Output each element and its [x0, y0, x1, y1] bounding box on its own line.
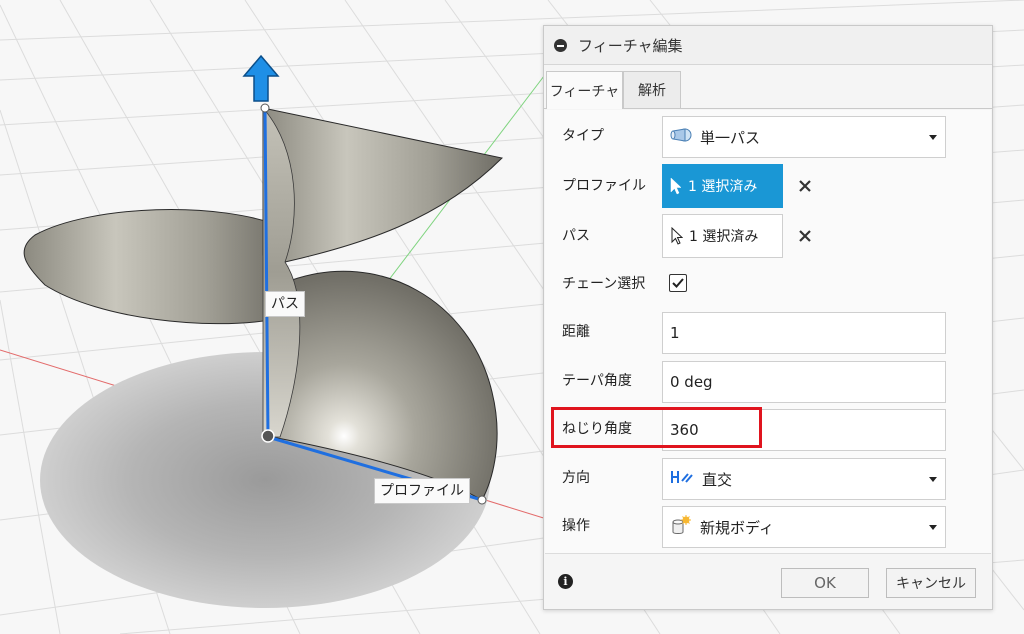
profile-clear-icon[interactable] — [794, 164, 816, 208]
path-clear-icon[interactable] — [794, 214, 816, 258]
dialog-footer: i OK キャンセル — [544, 554, 992, 610]
checkmark-icon — [672, 278, 684, 288]
operation-value: 新規ボディ — [700, 518, 774, 537]
cursor-icon — [670, 177, 682, 195]
direction-arrow-icon[interactable] — [242, 54, 280, 102]
left-blade — [23, 209, 286, 325]
chevron-down-icon — [929, 134, 937, 140]
orientation-dropdown[interactable]: 直交 — [662, 458, 946, 500]
chain-checkbox[interactable] — [669, 274, 687, 292]
path-row: パス 1 選択済み — [545, 214, 991, 258]
sweep-type-icon — [670, 128, 692, 146]
dialog-header[interactable]: フィーチャ編集 — [544, 26, 992, 65]
profile-field-label: プロファイル — [562, 178, 646, 194]
top-blade — [262, 107, 504, 263]
path-end-point — [260, 103, 270, 113]
origin-point — [261, 429, 275, 443]
type-dropdown[interactable]: 単一パス — [662, 116, 946, 158]
distance-row: 距離 1 — [545, 310, 991, 354]
path-label: パス — [265, 291, 305, 317]
chain-label: チェーン選択 — [562, 276, 646, 292]
profile-end-point — [477, 495, 487, 505]
chevron-down-icon — [929, 524, 937, 530]
info-icon[interactable]: i — [558, 574, 573, 589]
path-select-button[interactable]: 1 選択済み — [662, 214, 783, 258]
type-label: タイプ — [562, 128, 604, 144]
taper-value: 0 deg — [670, 373, 713, 391]
type-value: 単一パス — [700, 128, 761, 147]
cursor-icon — [671, 227, 683, 245]
profile-row: プロファイル 1 選択済み — [545, 164, 991, 208]
orientation-row: 方向 直交 — [545, 456, 991, 500]
distance-value: 1 — [670, 324, 680, 342]
distance-label: 距離 — [562, 324, 590, 340]
profile-select-value: 1 選択済み — [688, 179, 758, 195]
edit-feature-dialog: フィーチャ編集 フィーチャ 解析 タイプ 単一パス プロファイル 1 選択済み … — [543, 25, 993, 610]
collapse-icon[interactable] — [554, 38, 567, 52]
tab-analysis[interactable]: 解析 — [623, 71, 681, 108]
orientation-value: 直交 — [702, 470, 733, 489]
profile-select-button[interactable]: 1 選択済み — [662, 164, 783, 208]
orientation-icon — [670, 469, 694, 489]
taper-row: テーパ角度 0 deg — [545, 359, 991, 403]
tab-feature[interactable]: フィーチャ — [546, 71, 623, 109]
twist-angle-highlight — [551, 407, 762, 448]
profile-label: プロファイル — [374, 478, 470, 504]
dialog-tabs: フィーチャ 解析 — [544, 65, 992, 109]
taper-label: テーパ角度 — [562, 373, 632, 389]
orientation-label: 方向 — [562, 470, 590, 486]
distance-input[interactable]: 1 — [662, 312, 946, 354]
dialog-title: フィーチャ編集 — [578, 36, 683, 55]
cancel-button[interactable]: キャンセル — [886, 568, 976, 598]
operation-label: 操作 — [562, 518, 590, 534]
operation-dropdown[interactable]: 新規ボディ — [662, 506, 946, 548]
operation-row: 操作 新規ボディ — [545, 504, 991, 548]
path-field-label: パス — [562, 228, 590, 244]
chain-row: チェーン選択 — [545, 262, 991, 306]
taper-input[interactable]: 0 deg — [662, 361, 946, 403]
type-row: タイプ 単一パス — [545, 114, 991, 158]
ok-button[interactable]: OK — [781, 568, 869, 598]
new-body-icon — [670, 515, 692, 539]
dialog-body: タイプ 単一パス プロファイル 1 選択済み パス 1 選択済み チェーン選択 … — [545, 110, 991, 554]
chevron-down-icon — [929, 476, 937, 482]
path-select-value: 1 選択済み — [689, 229, 759, 245]
